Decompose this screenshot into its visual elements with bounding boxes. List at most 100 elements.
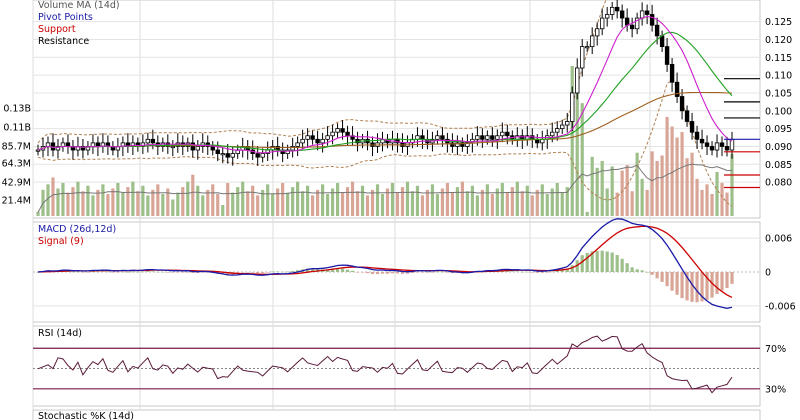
volume-bar: [400, 187, 405, 216]
macd-histogram-bar: [410, 272, 415, 274]
candle-body: [629, 24, 635, 30]
volume-bar: [450, 192, 455, 216]
volume-bar: [256, 195, 260, 216]
macd-histogram-bar: [96, 271, 100, 273]
candle-body: [310, 135, 315, 140]
macd-histogram-bar: [415, 272, 420, 273]
candle-body: [699, 138, 705, 144]
candle-body: [325, 135, 330, 140]
volume-bar: [276, 188, 280, 216]
volume-bar: [111, 188, 115, 216]
volume-bar: [630, 191, 634, 216]
volume-bar: [395, 192, 400, 216]
volume-bar: [515, 181, 519, 216]
volume-bar: [76, 181, 80, 216]
rsi-panel: [32, 325, 761, 407]
volume-bar: [325, 193, 330, 216]
macd-histogram-bar: [186, 272, 190, 273]
volume-bar: [445, 182, 450, 216]
volume-bar: [485, 184, 489, 216]
macd-histogram-bar: [385, 272, 390, 274]
macd-histogram-bar: [146, 271, 150, 272]
candle-body: [654, 24, 660, 37]
macd-histogram-bar: [675, 272, 679, 295]
macd-histogram-bar: [291, 270, 295, 272]
volume-bar: [505, 192, 509, 216]
macd-histogram-bar: [161, 271, 165, 273]
candle-body: [300, 138, 305, 144]
chart-svg: 0.125 0.120 0.115 0.110 0.105 0.100 0.095 0.090…: [2, 0, 796, 420]
macd-histogram-bar: [246, 272, 250, 273]
candle-body: [475, 135, 480, 140]
volume-bar: [345, 187, 350, 216]
candle-body: [619, 10, 625, 19]
macd-histogram-bar: [715, 272, 719, 294]
macd-histogram-bar: [350, 270, 355, 272]
macd-histogram-bar: [595, 250, 599, 272]
macd-histogram-bar: [585, 252, 589, 272]
volume-bar: [116, 182, 120, 216]
price-tick-label: 0.080: [765, 178, 792, 189]
volume-bar: [610, 166, 614, 216]
candle-body: [560, 124, 565, 130]
legend-macd: MACD (26d,12d): [38, 224, 116, 235]
macd-histogram-bar: [630, 267, 634, 272]
candle-body: [65, 142, 71, 147]
volume-bar: [370, 189, 375, 216]
volume-bar: [490, 193, 494, 216]
volume-bar: [136, 191, 140, 216]
price-tick-label: 0.095: [765, 124, 792, 135]
volume-bar: [181, 187, 185, 216]
volume-bar: [500, 182, 504, 216]
candle-body: [684, 110, 690, 122]
volume-bar: [201, 195, 205, 216]
volume-bar: [335, 182, 340, 216]
macd-histogram-bar: [360, 272, 365, 273]
volume-bar: [580, 103, 584, 216]
volume-bar: [680, 132, 684, 216]
macd-histogram-bar: [615, 255, 619, 272]
macd-histogram-bar: [730, 272, 734, 284]
macd-histogram-bar: [370, 272, 375, 275]
volume-bar: [555, 182, 559, 216]
candle-body: [495, 135, 500, 140]
volume-bar: [360, 185, 365, 216]
candle-body: [340, 128, 345, 133]
macd-histogram-bar: [141, 271, 145, 273]
volume-bar: [425, 189, 430, 216]
macd-histogram-bar: [620, 258, 624, 272]
volume-bar: [585, 211, 589, 216]
macd-histogram-bar: [580, 255, 584, 272]
macd-histogram-bar: [131, 271, 135, 273]
candle-body: [90, 142, 96, 147]
candle-body: [95, 142, 101, 147]
candle-body: [614, 6, 620, 12]
stochastic-panel: [32, 409, 761, 420]
macd-histogram-bar: [665, 272, 669, 287]
macd-histogram-bar: [670, 272, 674, 291]
candle-body: [585, 46, 590, 49]
candle-body: [604, 14, 610, 19]
volume-bar: [520, 191, 524, 216]
candle-body: [599, 17, 605, 30]
candle-body: [335, 128, 340, 133]
macd-histogram-bar: [86, 272, 90, 273]
candle-body: [709, 146, 715, 151]
candle-body: [440, 135, 445, 140]
macd-histogram-bar: [445, 272, 450, 273]
macd-histogram-bar: [695, 272, 699, 303]
volume-bar: [86, 185, 90, 216]
macd-histogram-bar: [545, 272, 549, 273]
volume-bar: [266, 184, 270, 216]
candle-body: [669, 64, 675, 83]
macd-histogram-bar: [610, 252, 614, 272]
volume-tick-label: 64.3M: [2, 159, 31, 170]
macd-histogram-bar: [605, 251, 609, 272]
volume-bar: [705, 184, 709, 216]
macd-histogram-bar: [286, 271, 290, 273]
technical-chart: 0.125 0.120 0.115 0.110 0.105 0.100 0.095 0.090…: [0, 0, 800, 420]
volume-bar: [176, 192, 180, 216]
candle-body: [215, 149, 220, 154]
candle-body: [220, 153, 225, 156]
macd-histogram-bar: [435, 271, 440, 273]
